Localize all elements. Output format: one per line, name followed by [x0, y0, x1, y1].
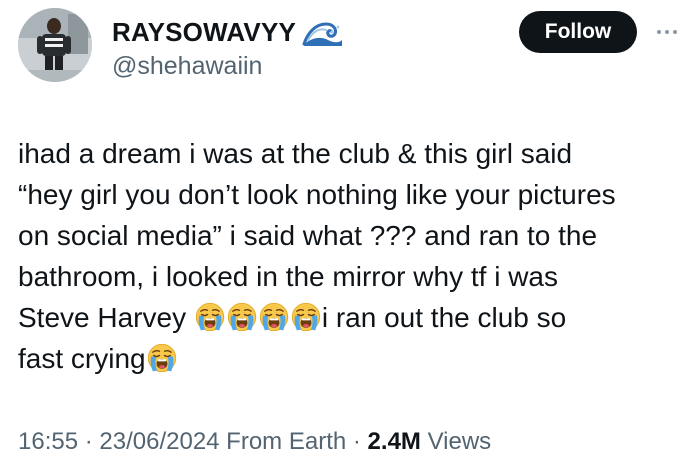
- follow-button[interactable]: Follow: [519, 11, 637, 53]
- water-wave-icon: [302, 18, 344, 48]
- tweet-text-line: Steve Harvey i ran out the club so: [18, 297, 688, 338]
- meta-separator: ·: [346, 428, 368, 455]
- more-dot: [665, 30, 669, 34]
- more-dot: [673, 30, 677, 34]
- meta-separator: ·: [78, 428, 100, 455]
- tweet-time[interactable]: 16:55: [18, 428, 78, 455]
- loudly-crying-face-icon: [227, 302, 257, 332]
- loudly-crying-face-icon: [147, 343, 177, 373]
- author-name-row[interactable]: RAYSOWAVYY: [112, 17, 344, 48]
- tweet-text-line: on social media” i said what ??? and ran…: [18, 220, 598, 251]
- tweet-date[interactable]: 23/06/2024: [99, 428, 219, 455]
- tweet-text-line: “hey girl you don’t look nothing like yo…: [18, 179, 616, 210]
- author-handle[interactable]: @shehawaiin: [112, 52, 262, 81]
- tweet-card: RAYSOWAVYY @shehawaiin Follow ihad a dre…: [0, 0, 700, 476]
- more-dot: [657, 30, 661, 34]
- more-options-icon[interactable]: [650, 22, 684, 42]
- display-name[interactable]: RAYSOWAVYY: [112, 17, 296, 48]
- loudly-crying-face-icon: [259, 302, 289, 332]
- views-label[interactable]: Views: [421, 428, 492, 455]
- tweet-text: ihad a dream i was at the club & this gi…: [18, 133, 688, 379]
- tweet-text-segment: i ran out the club so: [321, 302, 567, 333]
- views-count[interactable]: 2.4M: [368, 428, 421, 455]
- tweet-text-line: ihad a dream i was at the club & this gi…: [18, 138, 573, 169]
- tweet-text-segment: fast crying: [18, 343, 146, 374]
- tweet-text-line: fast crying: [18, 338, 688, 379]
- tweet-source: From Earth: [219, 428, 347, 455]
- tweet-text-segment: Steve Harvey: [18, 302, 194, 333]
- tweet-text-line: bathroom, i looked in the mirror why tf …: [18, 261, 558, 292]
- avatar[interactable]: [18, 8, 92, 82]
- loudly-crying-face-icon: [195, 302, 225, 332]
- loudly-crying-face-icon: [291, 302, 321, 332]
- tweet-meta: 16:55 · 23/06/2024 From Earth · 2.4M Vie…: [18, 428, 491, 456]
